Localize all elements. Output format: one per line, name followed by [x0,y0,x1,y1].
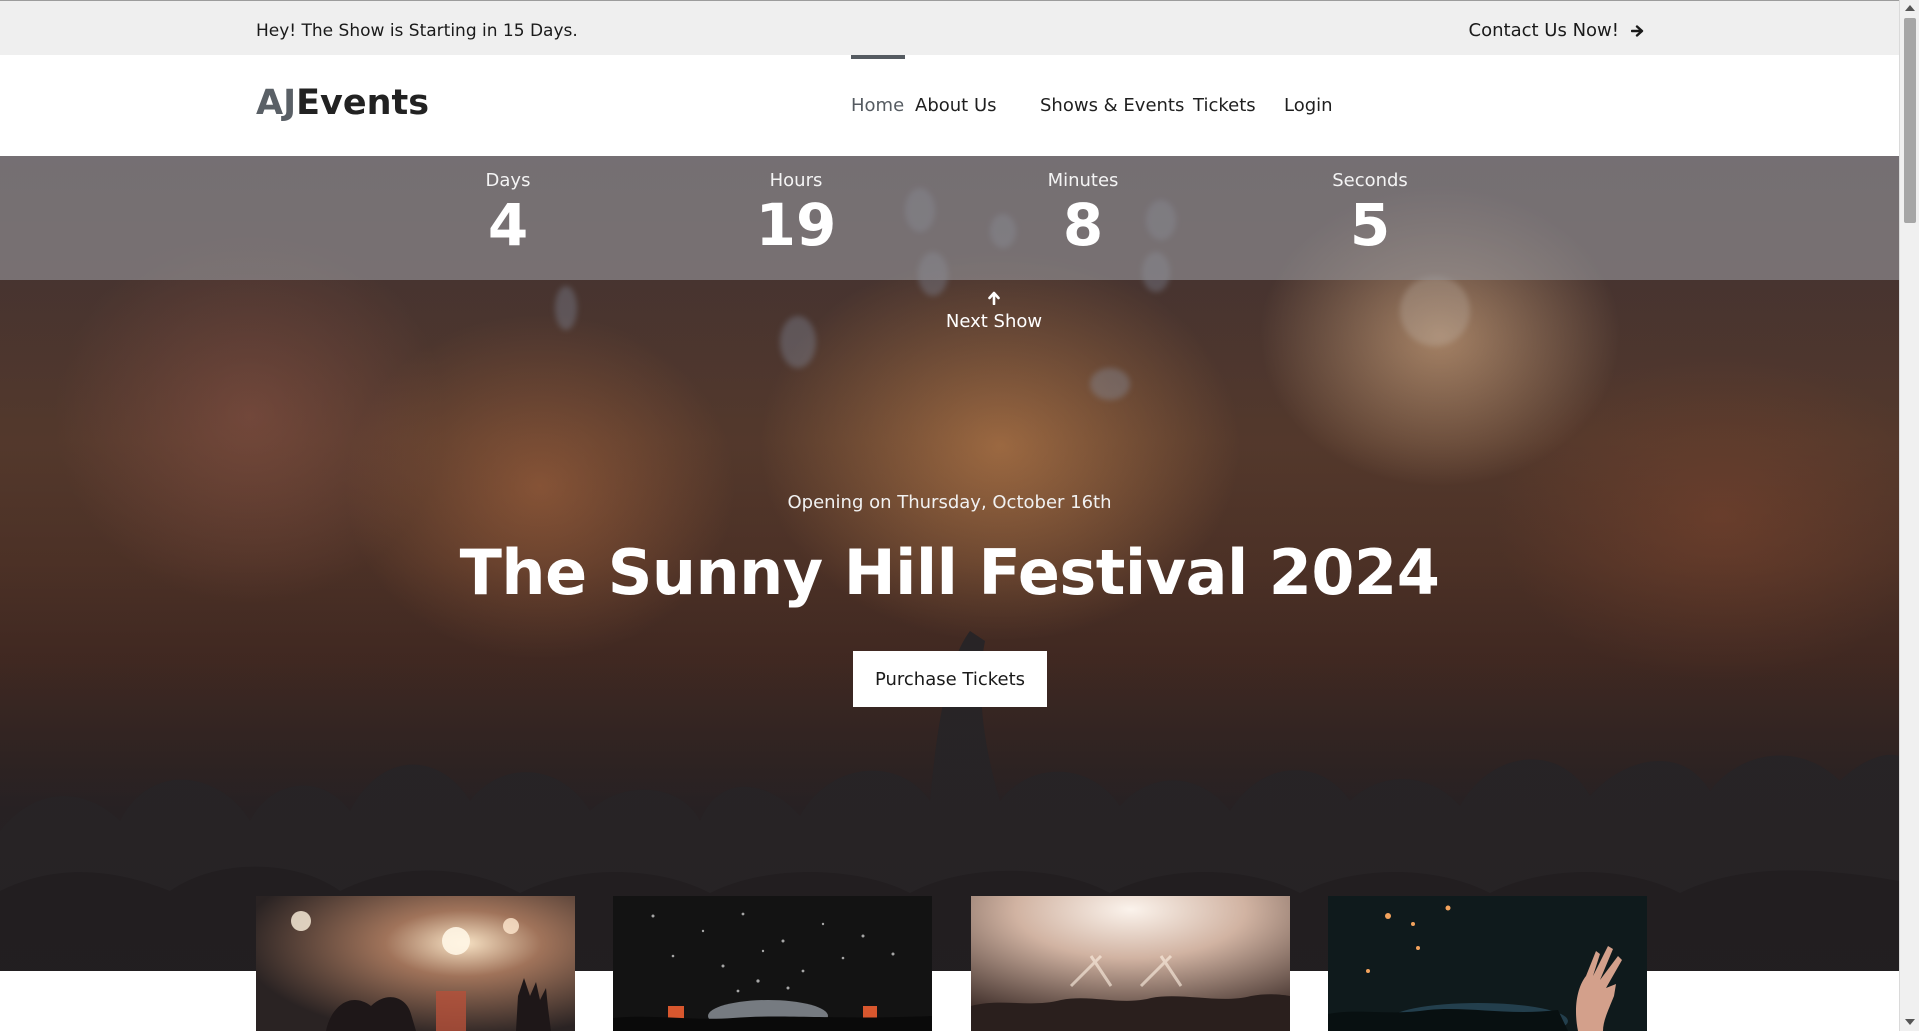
contact-us-label: Contact Us Now! [1468,20,1619,41]
countdown-days-label: Days [485,170,531,191]
countdown-hours-value: 19 [755,191,837,259]
arrow-right-icon [1631,24,1644,37]
countdown-days-value: 4 [487,191,529,259]
page-scrollbar[interactable] [1899,0,1919,1031]
gallery-card-raised-hand[interactable] [1328,896,1647,1031]
countdown-days: Days 4 [428,170,588,257]
main-navigation: AJEvents Home About Us Shows & Events Ti… [0,55,1899,156]
event-gallery [256,896,1647,1031]
purchase-tickets-button[interactable]: Purchase Tickets [853,651,1047,707]
scroll-up-arrow-icon[interactable] [1905,5,1915,11]
scroll-down-arrow-icon[interactable] [1905,1019,1915,1025]
nav-item-home[interactable]: Home [851,55,905,116]
countdown-hours: Hours 19 [716,170,876,257]
countdown-minutes-value: 8 [1062,191,1104,259]
countdown-seconds-label: Seconds [1332,170,1408,191]
contact-us-link[interactable]: Contact Us Now! [1469,20,1645,41]
countdown-seconds-value: 5 [1349,191,1391,259]
hero-section: Days 4 Hours 19 Minutes 8 Seconds 5 Next… [0,156,1899,971]
top-info-bar: Hey! The Show is Starting in 15 Days. Co… [0,0,1899,55]
confetti-stage-photo [613,896,932,1031]
next-show-label: Next Show [945,311,1043,332]
logo-part-aj: AJ [256,83,297,123]
scrollbar-thumb[interactable] [1904,18,1916,223]
gallery-card-stage-lights[interactable] [971,896,1290,1031]
logo-part-events: Events [296,83,430,123]
gallery-card-heart-hands[interactable] [256,896,575,1031]
concert-heart-hands-photo [256,896,575,1031]
countdown-bar: Days 4 Hours 19 Minutes 8 Seconds 5 [0,156,1899,280]
nav-item-about-us[interactable]: About Us [915,95,997,116]
countdown-hours-label: Hours [769,170,823,191]
countdown-minutes-label: Minutes [1047,170,1119,191]
nav-item-shows-events[interactable]: Shows & Events [1040,95,1184,116]
gallery-card-confetti[interactable] [613,896,932,1031]
arrow-up-icon [988,291,1000,306]
countdown-minutes: Minutes 8 [1003,170,1163,257]
next-show-link[interactable]: Next Show [894,290,1094,332]
stage-lights-crowd-photo [971,896,1290,1031]
nav-item-tickets[interactable]: Tickets [1193,95,1256,116]
nav-item-login[interactable]: Login [1284,95,1333,116]
countdown-message: Hey! The Show is Starting in 15 Days. [256,21,578,41]
countdown-seconds: Seconds 5 [1290,170,1450,257]
hero-title: The Sunny Hill Festival 2024 [459,536,1440,609]
opening-date: Opening on Thursday, October 16th [787,492,1112,513]
raised-hand-crowd-photo [1328,896,1647,1031]
site-logo[interactable]: AJEvents [256,83,429,123]
